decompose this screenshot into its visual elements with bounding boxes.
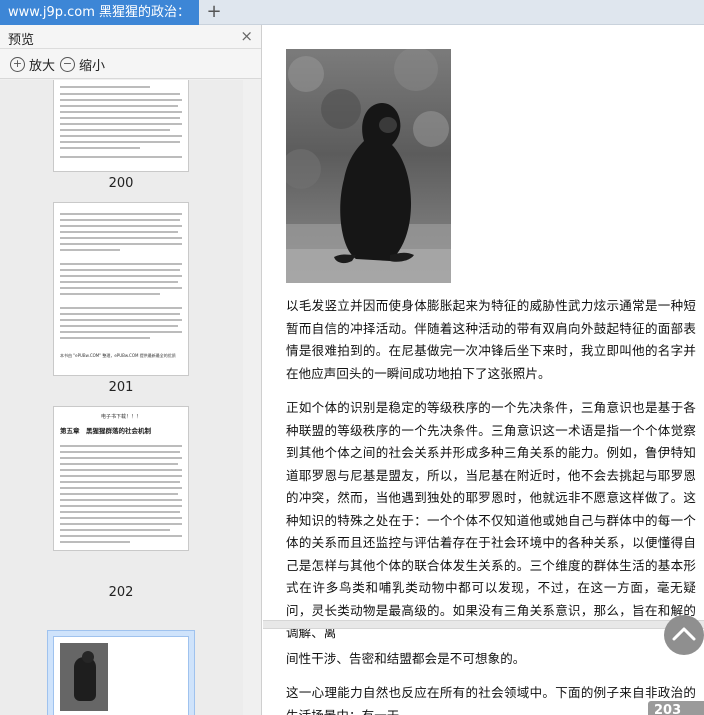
thumbnail-footer-text: 本书由 "ePUBw.COM" 整理，ePUBw.COM 提供最新最全的优质 <box>60 353 176 358</box>
zoom-out-label: 缩小 <box>79 58 106 74</box>
zoom-out-button[interactable]: − 缩小 <box>60 54 105 74</box>
scroll-to-top-button[interactable] <box>664 615 704 655</box>
thumbnail-page-selected[interactable] <box>53 636 189 715</box>
page-number-badge: 203 <box>648 701 704 715</box>
page-break <box>263 620 704 629</box>
zoom-out-icon: − <box>60 56 75 72</box>
thumbnail-list: 200 本书由 "ePUBw.COM" 整理，ePUBw.COM 提供最新最全的… <box>0 80 243 715</box>
thumbnail-page-number: 200 <box>108 176 134 191</box>
document-tab[interactable]: www.j9p.com 黑猩猩的政治： <box>0 0 199 25</box>
new-tab-button[interactable]: + <box>204 0 224 25</box>
tab-bar: www.j9p.com 黑猩猩的政治： + <box>0 0 704 25</box>
chimpanzee-photo <box>286 49 451 283</box>
close-icon[interactable]: × <box>240 27 253 45</box>
paragraph: 以毛发竖立并因而使身体膨胀起来为特征的威胁性武力炫示通常是一种短暂而自信的冲择活… <box>286 298 696 381</box>
zoom-in-icon: + <box>10 56 25 72</box>
paragraph: 这一心理能力自然也反应在所有的社会领域中。下面的例子来自非政治的生活场景中：有一… <box>286 685 696 715</box>
sidebar-title: 预览 <box>8 33 35 48</box>
thumbnail-heading: 第五章 黑猩猩群落的社会机制 <box>60 427 151 435</box>
sidebar-header: 预览 × <box>0 25 261 49</box>
thumbnail-page[interactable] <box>53 80 189 172</box>
preview-sidebar: 预览 × + 放大 − 缩小 200 本书由 "ePUBw.COM" 整理，eP… <box>0 25 262 715</box>
thumbnail-page-number: 201 <box>108 380 134 395</box>
thumbnail-page[interactable]: 电子书下载！！！ 第五章 黑猩猩群落的社会机制 <box>53 406 189 551</box>
paragraph: 间性干涉、告密和结盟都会是不可想象的。 <box>286 651 526 666</box>
zoom-in-button[interactable]: + 放大 <box>10 54 55 74</box>
paragraph: 正如个体的识别是稳定的等级秩序的一个先决条件，三角意识也是基于各种联盟的等级秩序… <box>286 400 696 640</box>
chevron-up-icon <box>672 627 696 641</box>
zoom-in-label: 放大 <box>29 58 56 74</box>
thumbnail-heading-top: 电子书下载！！！ <box>100 414 141 420</box>
sidebar-toolbar: + 放大 − 缩小 <box>0 49 261 79</box>
document-view: 以毛发竖立并因而使身体膨胀起来为特征的威胁性武力炫示通常是一种短暂而自信的冲择活… <box>263 25 704 715</box>
thumbnail-photo <box>60 643 108 711</box>
chimpanzee-image <box>286 49 451 283</box>
thumbnail-page[interactable]: 本书由 "ePUBw.COM" 整理，ePUBw.COM 提供最新最全的优质 <box>53 202 189 376</box>
thumbnail-page-number: 202 <box>108 585 134 600</box>
